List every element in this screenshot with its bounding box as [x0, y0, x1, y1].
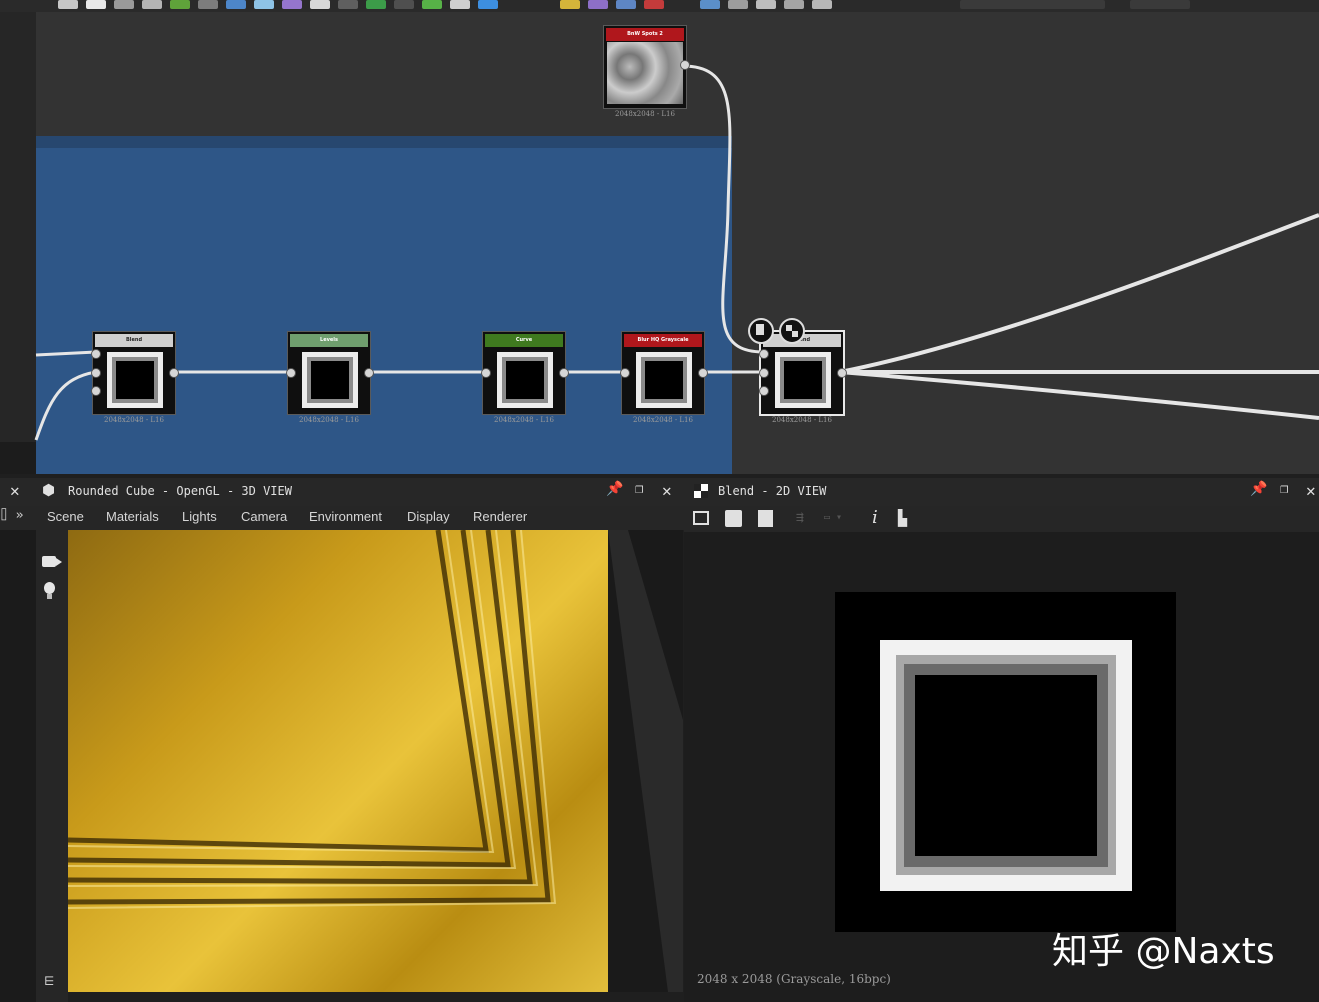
checker-icon[interactable] — [779, 318, 805, 344]
node-thumbnail — [107, 352, 163, 408]
node-title: Levels — [290, 334, 368, 347]
input-port[interactable] — [91, 349, 101, 359]
channels-icon[interactable]: ⇶ — [796, 510, 804, 525]
camera-icon[interactable] — [42, 556, 56, 567]
checker-icon — [694, 484, 708, 498]
menu-environment[interactable]: Environment — [309, 509, 382, 524]
node-title: Blend — [95, 334, 173, 347]
node-bnw-spots[interactable]: BnW Spots 2 2048x2048 - L16 — [603, 25, 690, 118]
node-thumbnail — [775, 352, 831, 408]
node-blur-hq[interactable]: Blur HQ Grayscale 2048x2048 - L16 — [620, 331, 708, 424]
node-title: Curve — [485, 334, 563, 347]
node-title: Blur HQ Grayscale — [624, 334, 702, 347]
menu-materials[interactable]: Materials — [106, 509, 159, 524]
output-port[interactable] — [837, 368, 847, 378]
panel-3d-title: Rounded Cube - OpenGL - 3D VIEW — [68, 484, 292, 498]
left-dock-lower — [0, 530, 36, 1002]
node-blend-selected[interactable]: Blend 2048x2048 - L16 — [759, 330, 847, 424]
hierarchy-icon[interactable]: ⋿ — [44, 974, 54, 988]
node-caption: 2048x2048 - L16 — [772, 416, 832, 424]
output-port[interactable] — [169, 368, 179, 378]
input-port[interactable] — [620, 368, 630, 378]
pin-icon[interactable]: 📌 — [1250, 481, 1267, 497]
watermark-text: 知乎 @Naxts — [1052, 931, 1275, 972]
input-port[interactable] — [91, 386, 101, 396]
cube-icon: ⬢ — [42, 481, 56, 499]
panel-2d-titlebar: Blend - 2D VIEW 📌 ❐ ✕ — [684, 478, 1319, 506]
panel-3d-menubar: ⌷ » Scene Materials Lights Camera Enviro… — [0, 506, 684, 530]
menu-display[interactable]: Display — [407, 509, 450, 524]
noise-thumbnail — [607, 42, 683, 104]
menu-lights[interactable]: Lights — [182, 509, 217, 524]
output-port[interactable] — [559, 368, 569, 378]
copy-image-icon[interactable] — [693, 511, 709, 525]
node-thumbnail — [497, 352, 553, 408]
input-port[interactable] — [759, 349, 769, 359]
node-caption: 2048x2048 - L16 — [299, 416, 359, 424]
menu-scene[interactable]: Scene — [47, 509, 84, 524]
input-port[interactable] — [481, 368, 491, 378]
input-port[interactable] — [91, 368, 101, 378]
node-thumbnail — [636, 352, 692, 408]
light-bulb-icon[interactable] — [44, 582, 55, 594]
close-icon[interactable]: ✕ — [662, 481, 672, 500]
menu-renderer[interactable]: Renderer — [473, 509, 527, 524]
close-icon[interactable]: ✕ — [1306, 481, 1316, 500]
input-port[interactable] — [286, 368, 296, 378]
output-port[interactable] — [698, 368, 708, 378]
node-caption: 2048x2048 - L16 — [104, 416, 164, 424]
viewport-3d[interactable] — [68, 530, 683, 992]
node-levels[interactable]: Levels 2048x2048 - L16 — [286, 331, 374, 424]
status-text: 2048 x 2048 (Grayscale, 16bpc) — [697, 972, 891, 986]
texture-preview — [835, 592, 1176, 932]
panel-2d-toolbar: ⇶ ▭ ▾ i ▙ — [684, 506, 1319, 532]
node-curve[interactable]: Curve 2048x2048 - L16 — [481, 331, 569, 424]
panel-3d-sidebar: ⋿ — [36, 530, 68, 1002]
input-port[interactable] — [759, 386, 769, 396]
maximize-icon[interactable]: ❐ — [1280, 481, 1288, 497]
info-icon[interactable]: i — [872, 507, 878, 528]
node-blend-1[interactable]: Blend 2048x2048 - L16 — [91, 331, 179, 424]
node-caption: 2048x2048 - L16 — [633, 416, 693, 424]
node-title: BnW Spots 2 — [606, 28, 684, 41]
panel-2d-title: Blend - 2D VIEW — [718, 484, 827, 498]
output-port[interactable] — [364, 368, 374, 378]
export-icon[interactable] — [758, 510, 773, 527]
histogram-icon[interactable]: ▙ — [898, 509, 907, 527]
close-icon[interactable]: ✕ — [10, 481, 20, 500]
node-caption: 2048x2048 - L16 — [494, 416, 554, 424]
expand-icon[interactable]: ⌷ » — [0, 508, 23, 523]
menu-camera[interactable]: Camera — [241, 509, 287, 524]
output-port[interactable] — [680, 60, 690, 70]
panel-3d-titlebar: ✕ ⬢ Rounded Cube - OpenGL - 3D VIEW 📌 ❐ … — [0, 478, 684, 506]
save-icon[interactable] — [725, 510, 742, 527]
input-port[interactable] — [759, 368, 769, 378]
pin-icon[interactable]: 📌 — [606, 481, 623, 497]
cube-surface-render — [68, 530, 683, 992]
node-caption: 2048x2048 - L16 — [615, 110, 675, 118]
color-space-dropdown[interactable]: ▭ ▾ — [824, 512, 842, 523]
document-icon[interactable] — [748, 318, 774, 344]
node-thumbnail — [302, 352, 358, 408]
maximize-icon[interactable]: ❐ — [635, 481, 643, 497]
